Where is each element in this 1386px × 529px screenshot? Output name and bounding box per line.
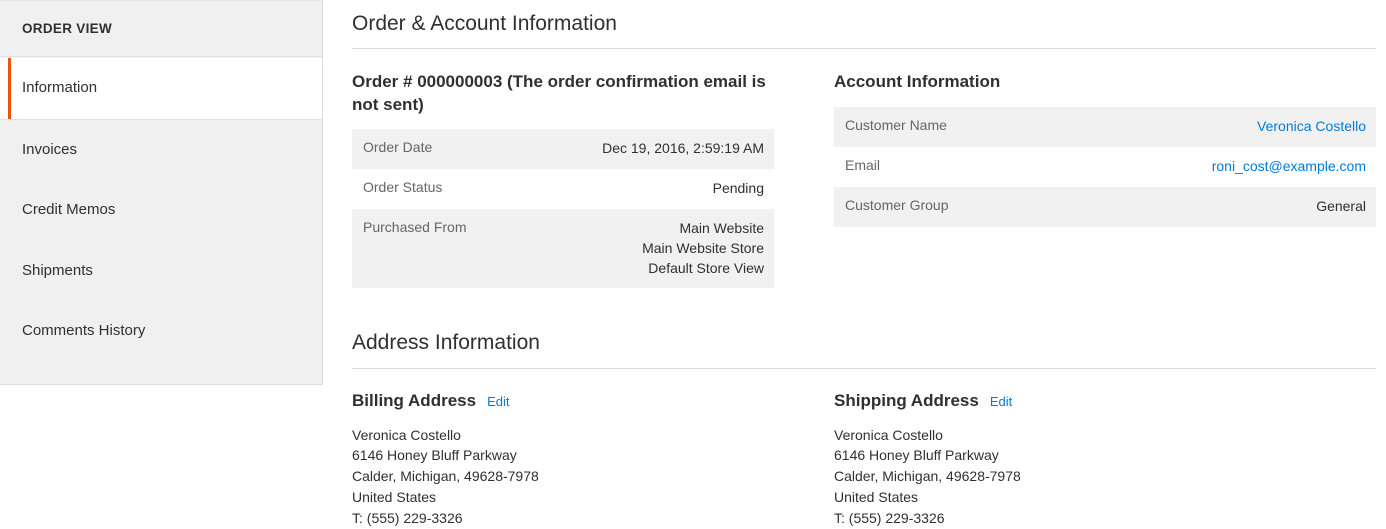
account-information-table: Customer Name Veronica Costello Email ro… bbox=[834, 107, 1376, 227]
order-number-title: Order # 000000003 (The order confirmatio… bbox=[352, 72, 766, 115]
order-date-value: Dec 19, 2016, 2:59:19 AM bbox=[602, 140, 764, 157]
table-row: Email roni_cost@example.com bbox=[834, 147, 1376, 187]
table-row: Purchased From Main Website Main Website… bbox=[352, 208, 774, 289]
sidebar-item-label: Invoices bbox=[22, 140, 78, 158]
shipping-address-block: Shipping Address Edit Veronica Costello … bbox=[834, 391, 1376, 529]
purchased-from-value: Main Website Main Website Store Default … bbox=[523, 209, 774, 289]
address-line: Veronica Costello bbox=[352, 426, 461, 443]
edit-billing-address-link[interactable]: Edit bbox=[487, 394, 509, 409]
section-divider bbox=[352, 367, 1376, 369]
sidebar-item-label: Comments History bbox=[22, 322, 146, 339]
order-information-block: Order # 000000003 (The order confirmatio… bbox=[352, 71, 834, 289]
address-section-heading: Address Information bbox=[352, 331, 540, 355]
address-line: 6146 Honey Bluff Parkway bbox=[834, 447, 999, 464]
order-account-columns: Order # 000000003 (The order confirmatio… bbox=[352, 71, 1376, 289]
order-date-label: Order Date bbox=[363, 139, 433, 156]
order-status-label: Order Status bbox=[363, 178, 443, 195]
customer-group-value: General bbox=[1316, 197, 1366, 214]
table-row: Customer Name Veronica Costello bbox=[834, 107, 1376, 147]
shipping-address-title: Shipping Address bbox=[834, 390, 979, 410]
section-divider bbox=[352, 48, 1376, 50]
address-phone-line: T: (555) 229-3326 bbox=[352, 509, 463, 526]
main-content: Order & Account Information Order # 0000… bbox=[323, 0, 1386, 528]
table-row: Order Status Pending bbox=[352, 168, 774, 209]
address-line: Veronica Costello bbox=[834, 426, 943, 443]
sidebar-item-information[interactable]: Information bbox=[0, 57, 322, 120]
sidebar-nav: Information Invoices Credit Memos Shipme… bbox=[0, 57, 322, 362]
sidebar-item-shipments[interactable]: Shipments bbox=[0, 241, 322, 302]
customer-name-label: Customer Name bbox=[845, 117, 947, 134]
order-view-page: ORDER VIEW Information Invoices Credit M… bbox=[0, 0, 1386, 529]
sidebar-item-label: Information bbox=[22, 79, 98, 96]
address-line: Calder, Michigan, 49628-7978 bbox=[352, 468, 539, 485]
billing-address-block: Billing Address Edit Veronica Costello 6… bbox=[352, 391, 834, 529]
order-status-value: Pending bbox=[712, 179, 764, 196]
sidebar-item-credit-memos[interactable]: Credit Memos bbox=[0, 180, 322, 241]
edit-shipping-address-link[interactable]: Edit bbox=[990, 394, 1012, 409]
shipping-address-lines: Veronica Costello 6146 Honey Bluff Parkw… bbox=[834, 425, 1376, 529]
purchased-from-line: Main Website bbox=[679, 219, 764, 236]
table-row: Order Date Dec 19, 2016, 2:59:19 AM bbox=[352, 129, 774, 169]
order-information-table: Order Date Dec 19, 2016, 2:59:19 AM Orde… bbox=[352, 129, 774, 289]
customer-name-link[interactable]: Veronica Costello bbox=[1257, 118, 1366, 134]
sidebar-item-invoices[interactable]: Invoices bbox=[0, 120, 322, 181]
address-line: Calder, Michigan, 49628-7978 bbox=[834, 468, 1021, 485]
email-label: Email bbox=[845, 157, 881, 173]
address-line: 6146 Honey Bluff Parkway bbox=[352, 447, 517, 464]
purchased-from-line: Default Store View bbox=[648, 259, 764, 276]
sidebar-item-label: Credit Memos bbox=[22, 201, 116, 218]
table-row: Customer Group General bbox=[834, 186, 1376, 227]
order-view-sidebar: ORDER VIEW Information Invoices Credit M… bbox=[0, 0, 323, 385]
purchased-from-line: Main Website Store bbox=[642, 239, 764, 256]
sidebar-item-label: Shipments bbox=[22, 261, 93, 279]
billing-address-lines: Veronica Costello 6146 Honey Bluff Parkw… bbox=[352, 425, 774, 529]
address-line: United States bbox=[352, 488, 437, 505]
address-columns: Billing Address Edit Veronica Costello 6… bbox=[352, 391, 1376, 529]
account-information-block: Account Information Customer Name Veroni… bbox=[834, 71, 1376, 227]
address-information-section: Address Information Billing Address Edit… bbox=[352, 330, 1376, 528]
billing-address-heading-row: Billing Address Edit bbox=[352, 391, 774, 411]
order-account-section-heading: Order & Account Information bbox=[352, 12, 617, 35]
sidebar-title: ORDER VIEW bbox=[0, 1, 322, 57]
billing-address-title: Billing Address bbox=[352, 390, 477, 410]
customer-email-link[interactable]: roni_cost@example.com bbox=[1212, 158, 1366, 174]
purchased-from-label: Purchased From bbox=[363, 218, 467, 235]
address-phone-line: T: (555) 229-3326 bbox=[834, 509, 945, 526]
account-information-title: Account Information bbox=[834, 72, 1001, 92]
customer-group-label: Customer Group bbox=[845, 196, 949, 213]
address-line: United States bbox=[834, 488, 919, 505]
shipping-address-heading-row: Shipping Address Edit bbox=[834, 391, 1376, 411]
sidebar-item-comments-history[interactable]: Comments History bbox=[0, 301, 322, 362]
